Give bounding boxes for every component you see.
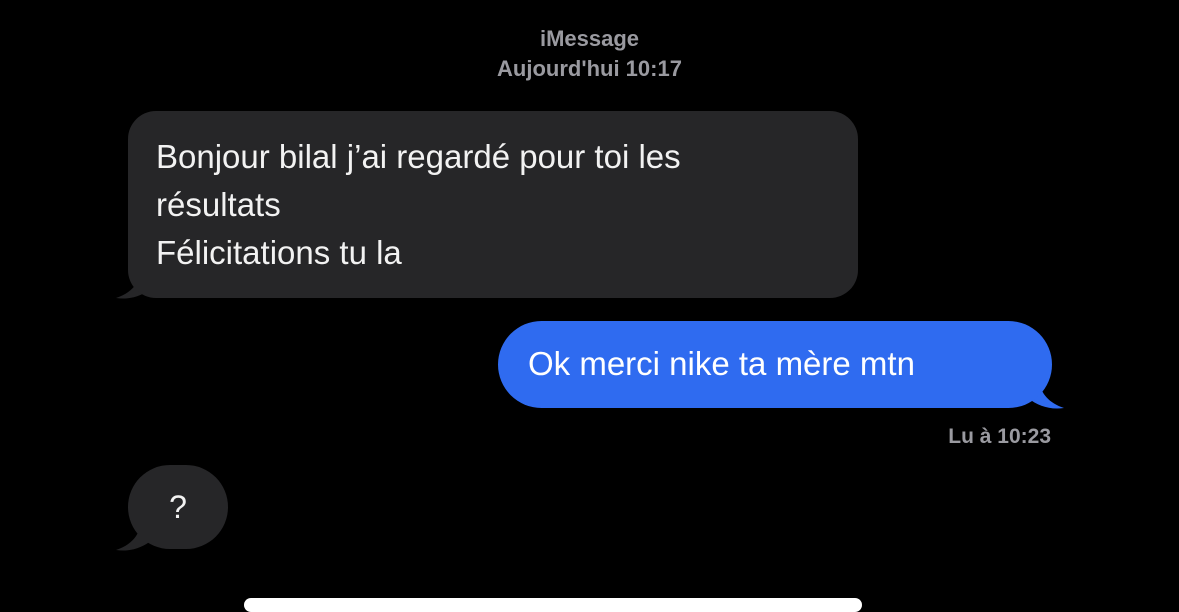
message-bubble-incoming[interactable]: Bonjour bilal j’ai regardé pour toi les … xyxy=(128,111,858,298)
message-text-line: Ok merci nike ta mère mtn xyxy=(528,345,915,382)
conversation-header: iMessage Aujourd'hui 10:17 xyxy=(0,24,1179,84)
conversation-timestamp: Aujourd'hui 10:17 xyxy=(497,56,682,81)
message-text-line: Bonjour bilal j’ai regardé pour toi les xyxy=(156,138,681,175)
service-label: iMessage xyxy=(539,26,640,51)
message-text-line: résultats xyxy=(156,186,281,223)
message-bubble-incoming[interactable]: ? xyxy=(128,465,228,549)
bottom-white-bar xyxy=(244,598,862,612)
read-receipt: Lu à 10:23 xyxy=(948,425,1051,448)
message-bubble-outgoing[interactable]: Ok merci nike ta mère mtn xyxy=(498,321,1052,408)
message-text-line: Félicitations tu la xyxy=(156,234,402,271)
message-text-line: ? xyxy=(169,489,187,525)
